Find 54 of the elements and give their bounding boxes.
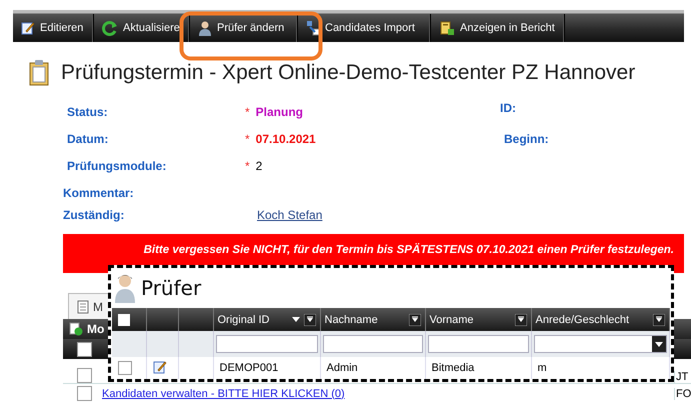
grid-link[interactable]: Kandidaten verwalten - BITTE HIER KLICKEN (0) bbox=[102, 388, 674, 400]
checkbox[interactable] bbox=[77, 342, 92, 356]
field-label: Kommentar: bbox=[63, 186, 134, 200]
table-cell: Bitmedia bbox=[425, 357, 531, 379]
table-cell: Admin bbox=[320, 357, 425, 379]
table-cell: m bbox=[531, 357, 669, 379]
menu-icon[interactable] bbox=[514, 314, 526, 326]
refresh-icon bbox=[102, 20, 118, 36]
field-label: Beginn: bbox=[504, 132, 549, 146]
column-header[interactable]: Anrede/Geschlecht bbox=[531, 308, 669, 331]
person-icon bbox=[198, 20, 212, 36]
checkbox[interactable] bbox=[77, 386, 92, 401]
column-header[interactable]: Original ID bbox=[213, 308, 320, 331]
filter-field[interactable] bbox=[428, 335, 528, 353]
menu-icon[interactable] bbox=[652, 314, 664, 326]
import-icon bbox=[306, 20, 320, 36]
checkbox[interactable] bbox=[77, 368, 92, 383]
filter-dropdown[interactable] bbox=[534, 335, 666, 353]
menu-icon[interactable] bbox=[304, 314, 316, 326]
dropdown-icon bbox=[652, 336, 666, 352]
menu-icon[interactable] bbox=[408, 314, 420, 326]
toolbar-button[interactable]: Anzeigen in Bericht bbox=[431, 14, 565, 42]
checkbox[interactable] bbox=[118, 361, 132, 375]
toolbar-button[interactable]: Aktualisiere bbox=[94, 14, 190, 42]
field-label: Prüfungsmodule: bbox=[67, 159, 166, 173]
column-header[interactable]: Nachname bbox=[320, 308, 425, 331]
column-header[interactable]: Vorname bbox=[425, 308, 531, 331]
field-label: Status: bbox=[67, 105, 108, 119]
grid-title: Mo bbox=[87, 322, 104, 336]
dialog-title: Prüfer bbox=[141, 276, 202, 300]
required-marker: * bbox=[245, 132, 250, 146]
table-cell: FO bbox=[674, 388, 691, 400]
field-value: Planung bbox=[256, 105, 304, 119]
clipboard-icon bbox=[439, 20, 455, 36]
required-marker: * bbox=[245, 159, 250, 173]
person-icon bbox=[115, 273, 135, 303]
document-icon bbox=[77, 300, 89, 314]
field-label: ID: bbox=[500, 101, 516, 115]
field-value: 2 bbox=[256, 159, 262, 173]
edit-icon[interactable] bbox=[152, 360, 166, 374]
required-marker: * bbox=[245, 105, 250, 119]
add-icon bbox=[69, 322, 83, 336]
page-title: Prüfungstermin - Xpert Online-Demo-Testcenter PZ Hannover bbox=[61, 61, 636, 85]
field-value: 07.10.2021 bbox=[256, 132, 316, 146]
pencil-icon bbox=[21, 21, 35, 35]
field-label: Zuständig: bbox=[63, 208, 124, 222]
filter-field[interactable] bbox=[216, 335, 318, 353]
filter-field[interactable] bbox=[322, 335, 422, 353]
toolbar-button[interactable]: Editieren bbox=[13, 14, 94, 42]
checkbox[interactable] bbox=[118, 314, 130, 326]
toolbar-button[interactable]: Candidates Import bbox=[298, 14, 431, 42]
person-link[interactable]: Koch Stefan bbox=[257, 208, 322, 222]
table-cell: DEMOP001 bbox=[213, 357, 320, 379]
field-label: Datum: bbox=[67, 132, 108, 146]
